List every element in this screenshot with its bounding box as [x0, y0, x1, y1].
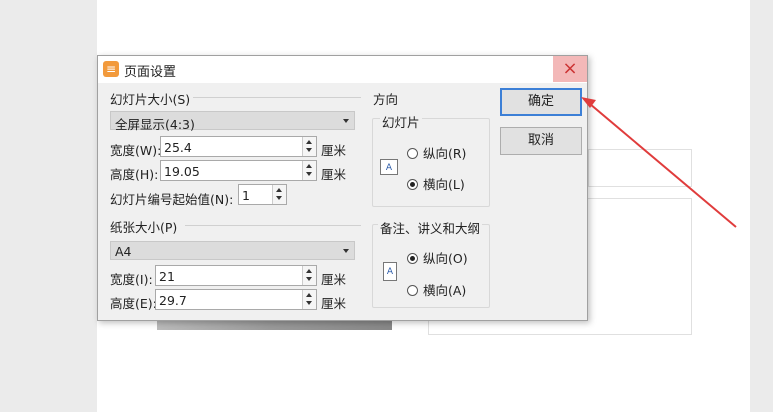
paper-height-stepper[interactable] [302, 290, 316, 309]
dialog-title: 页面设置 [124, 65, 177, 80]
spin-up-icon[interactable] [306, 269, 312, 273]
spin-down-icon[interactable] [306, 172, 312, 176]
slide-placeholder-top [588, 149, 692, 187]
close-button[interactable]: × [553, 56, 587, 82]
paper-width-unit: 厘米 [321, 272, 347, 287]
chevron-down-icon [343, 249, 349, 253]
page-setup-dialog: ≡ 页面设置 × 幻灯片大小(S) 全屏显示(4:3) 宽度(W): 25.4 … [97, 55, 588, 321]
spin-down-icon[interactable] [306, 277, 312, 281]
slide-height-stepper[interactable] [302, 161, 316, 180]
radio-checked-icon[interactable] [407, 253, 418, 264]
paper-width-stepper[interactable] [302, 266, 316, 285]
spin-up-icon[interactable] [306, 140, 312, 144]
slide-image-strip [157, 321, 392, 330]
slide-height-unit: 厘米 [321, 167, 347, 182]
radio-unchecked-icon[interactable] [407, 148, 418, 159]
slide-size-group-label: 幻灯片大小(S) [110, 92, 191, 107]
notes-orientation-label: 备注、讲义和大纲 [378, 218, 483, 237]
slides-portrait-radio[interactable]: 纵向(R) [407, 143, 466, 162]
ok-button[interactable]: 确定 [500, 88, 582, 116]
paper-width-label: 宽度(I): [110, 272, 153, 287]
slide-height-label: 高度(H): [110, 167, 159, 182]
slide-size-select-value: 全屏显示(4:3) [115, 117, 195, 132]
spin-down-icon[interactable] [276, 196, 282, 200]
radio-unchecked-icon[interactable] [407, 285, 418, 296]
paper-width-input[interactable]: 21 [155, 265, 317, 286]
paper-height-unit: 厘米 [321, 296, 347, 311]
portrait-page-icon: A [383, 262, 397, 281]
paper-height-value: 29.7 [159, 293, 187, 308]
orientation-group-label: 方向 [373, 92, 399, 107]
slide-width-value: 25.4 [164, 140, 192, 155]
paper-size-select-value: A4 [115, 244, 132, 259]
slide-width-input[interactable]: 25.4 [160, 136, 317, 157]
slide-height-value: 19.05 [164, 164, 200, 179]
slide-start-number-stepper[interactable] [272, 185, 286, 204]
dialog-titlebar[interactable]: ≡ 页面设置 × [98, 56, 587, 83]
notes-portrait-label: 纵向(O) [423, 251, 468, 266]
spin-up-icon[interactable] [276, 188, 282, 192]
slide-width-unit: 厘米 [321, 143, 347, 158]
slide-width-label: 宽度(W): [110, 143, 162, 158]
paper-size-select[interactable]: A4 [110, 241, 355, 260]
slide-height-input[interactable]: 19.05 [160, 160, 317, 181]
app-logo-icon: ≡ [103, 61, 119, 77]
spin-down-icon[interactable] [306, 148, 312, 152]
slides-portrait-label: 纵向(R) [423, 146, 467, 161]
paper-size-group-label: 纸张大小(P) [110, 220, 178, 235]
slide-size-select[interactable]: 全屏显示(4:3) [110, 111, 355, 132]
slides-landscape-label: 横向(L) [423, 177, 465, 192]
notes-portrait-radio[interactable]: 纵向(O) [407, 248, 468, 267]
slide-start-number-value: 1 [242, 188, 250, 203]
slide-width-stepper[interactable] [302, 137, 316, 156]
cancel-button[interactable]: 取消 [500, 127, 582, 155]
slide-start-number-input[interactable]: 1 [238, 184, 287, 205]
notes-landscape-radio[interactable]: 横向(A) [407, 280, 466, 299]
slides-orientation-label: 幻灯片 [380, 112, 422, 131]
spin-up-icon[interactable] [306, 293, 312, 297]
notes-landscape-label: 横向(A) [423, 283, 467, 298]
paper-height-input[interactable]: 29.7 [155, 289, 317, 310]
spin-down-icon[interactable] [306, 301, 312, 305]
slides-landscape-radio[interactable]: 横向(L) [407, 174, 465, 193]
radio-checked-icon[interactable] [407, 179, 418, 190]
slide-start-number-label: 幻灯片编号起始值(N): [110, 192, 234, 207]
spin-up-icon[interactable] [306, 164, 312, 168]
paper-size-divider [185, 225, 361, 226]
landscape-page-icon: A [380, 159, 398, 175]
paper-height-label: 高度(E): [110, 296, 157, 311]
slide-size-divider [193, 97, 361, 98]
paper-width-value: 21 [159, 269, 175, 284]
chevron-down-icon [343, 119, 349, 123]
